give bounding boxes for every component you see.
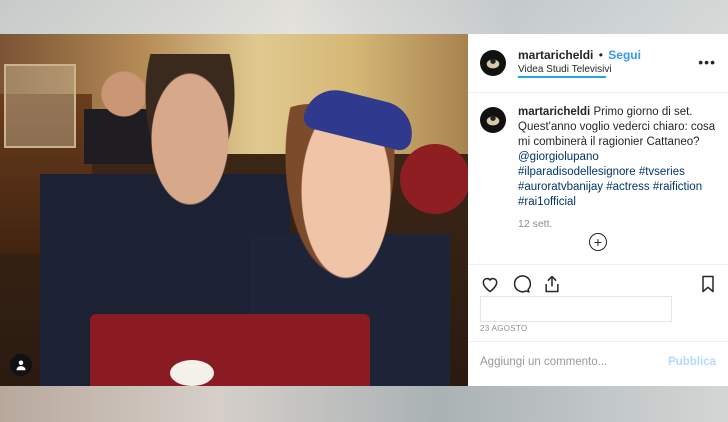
comment-bar: Aggiungi un commento... Pubblica — [468, 341, 728, 387]
hashtags-line-2[interactable]: #auroratvbanijay #actress #raifiction — [518, 181, 702, 193]
username-link[interactable]: martaricheldi — [518, 48, 593, 62]
mention-link[interactable]: @giorgiolupano — [518, 151, 599, 163]
likes-box — [480, 296, 672, 322]
background-bottom-strip — [0, 386, 728, 422]
comment-icon[interactable] — [511, 274, 532, 294]
photo-cup — [170, 360, 214, 386]
header-text: martaricheldi • Segui Videa Studi Televi… — [518, 48, 641, 78]
hashtags-line-1[interactable]: #ilparadisodellesignore #tvseries — [518, 166, 685, 178]
background-top-strip — [0, 0, 728, 34]
posted-date: 23 AGOSTO — [480, 324, 528, 333]
user-tag-icon[interactable] — [10, 354, 32, 376]
avatar-icon[interactable] — [480, 50, 506, 76]
bookmark-icon[interactable] — [698, 274, 718, 294]
heart-icon[interactable] — [480, 274, 500, 294]
avatar-icon[interactable] — [480, 107, 506, 133]
location-link[interactable]: Videa Studi Televisivi — [518, 64, 641, 75]
post-header: martaricheldi • Segui Videa Studi Televi… — [468, 34, 728, 93]
share-icon[interactable] — [542, 274, 562, 294]
comment-input[interactable]: Aggiungi un commento... — [480, 356, 607, 368]
more-icon[interactable]: ••• — [698, 54, 716, 70]
caption: martaricheldi Primo giorno di set. Quest… — [468, 93, 728, 232]
post-photo[interactable] — [0, 34, 468, 386]
header-line: martaricheldi • Segui — [518, 48, 641, 62]
photo-table — [90, 314, 370, 386]
load-more-icon[interactable]: + — [589, 233, 607, 251]
separator-dot: • — [598, 48, 603, 62]
location-underline — [518, 76, 606, 78]
hashtags-line-3[interactable]: #rai1official — [518, 196, 576, 208]
instagram-post: martaricheldi • Segui Videa Studi Televi… — [0, 34, 728, 386]
caption-text: martaricheldi Primo giorno di set. Quest… — [518, 105, 716, 232]
publish-button[interactable]: Pubblica — [668, 356, 716, 368]
post-side-panel: martaricheldi • Segui Videa Studi Televi… — [468, 34, 728, 386]
follow-button[interactable]: Segui — [608, 48, 641, 62]
caption-date: 12 sett. — [518, 218, 553, 230]
caption-username[interactable]: martaricheldi — [518, 106, 590, 118]
